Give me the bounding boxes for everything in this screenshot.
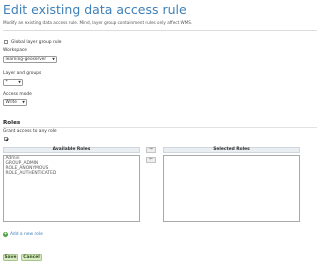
- chevron-down-icon: ▼: [18, 80, 21, 84]
- global-layer-group-checkbox[interactable]: [4, 40, 8, 44]
- chevron-down-icon: ▼: [52, 57, 55, 61]
- selected-roles-header: Selected Roles: [163, 147, 300, 153]
- selected-roles-list[interactable]: [163, 155, 300, 222]
- roles-divider: [3, 127, 317, 128]
- workspace-label: Workspace: [3, 48, 27, 53]
- chevron-down-icon: ▼: [22, 100, 25, 104]
- layer-label: Layer and groups: [3, 71, 42, 76]
- global-layer-group-label: Global layer group rule: [11, 39, 62, 45]
- header-divider: [3, 30, 317, 31]
- grant-any-role-checkbox[interactable]: [4, 137, 8, 141]
- workspace-select[interactable]: learning-geoserver ▼: [3, 56, 57, 63]
- access-mode-select[interactable]: Write ▼: [3, 99, 27, 106]
- move-left-button[interactable]: ⇐: [146, 157, 156, 163]
- list-item[interactable]: ROLE_AUTHENTICATED: [4, 171, 139, 176]
- access-mode-label: Access mode: [3, 92, 32, 97]
- page-subtitle: Modify an existing data access rule. Min…: [3, 20, 193, 25]
- grant-any-role-label: Grant access to any role: [3, 129, 57, 134]
- move-right-button[interactable]: ⇒: [146, 147, 156, 153]
- access-mode-select-value: Write: [5, 100, 17, 105]
- page-title: Edit existing data access rule: [3, 2, 187, 17]
- layer-select-value: *: [5, 80, 8, 85]
- available-roles-header: Available Roles: [3, 147, 140, 153]
- layer-select[interactable]: * ▼: [3, 79, 23, 86]
- cancel-button[interactable]: Cancel: [21, 254, 42, 261]
- workspace-select-value: learning-geoserver: [5, 57, 47, 62]
- add-icon[interactable]: +: [3, 232, 8, 237]
- roles-section-title: Roles: [3, 120, 21, 126]
- add-new-role-link[interactable]: Add a new role: [10, 232, 43, 237]
- save-button[interactable]: Save: [3, 254, 18, 261]
- available-roles-list[interactable]: Admin GROUP_ADMIN ROLE_ANONYMOUS ROLE_AUTHE…: [3, 155, 140, 222]
